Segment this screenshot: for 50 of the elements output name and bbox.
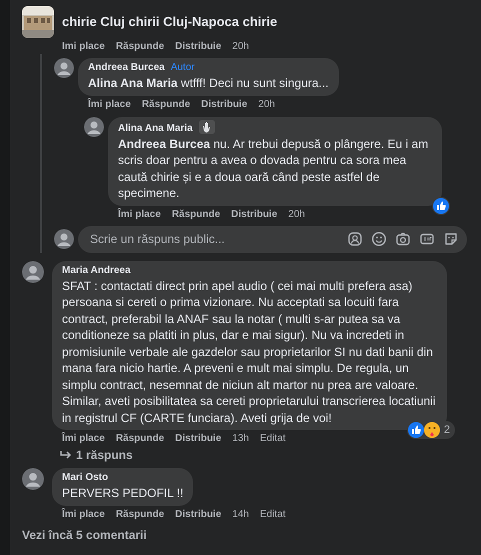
- reply-arrow-icon: [60, 450, 72, 460]
- author-label: Autor: [170, 62, 195, 73]
- sticker-icon[interactable]: [443, 231, 459, 247]
- timestamp[interactable]: 20h: [288, 208, 305, 222]
- like-link[interactable]: Îmi place: [62, 432, 105, 446]
- comment-text: SFAT : contactati direct prin apel audio ( cei mai multi prefera asa) persoana si cereti o prima vizionare. Nu acceptati sa locuiti fara contract, preferabil la ANAF sau la notar ( multi s-ar putea sa va conditioneze sa platiti in plus, dar e mai sigur). Nu va incredeti in promisiunile verbale ale gazdelor sau proprietarilor SI nu dati banii din mana fara nicio hartie. A preveni e mult mai simplu. De regula, un simplu contract, nesemnat de niciun alt martor nu prea are valoare. Similar, aveti posibilitatea sa cereti proprietarului transcrierea locatiunii in registrul CF (CARTE funciara). Aveti grija de voi!: [62, 278, 437, 426]
- reply-input[interactable]: Scrie un răspuns public...: [88, 229, 347, 249]
- avatar-icon[interactable]: [54, 229, 74, 249]
- timestamp[interactable]: 20h: [258, 98, 275, 112]
- group-name[interactable]: chirie Cluj chirii Cluj-Napoca chirie: [62, 12, 278, 32]
- camera-icon[interactable]: [395, 231, 411, 247]
- avatar-icon[interactable]: [54, 58, 74, 78]
- reply-link[interactable]: Răspunde: [116, 40, 164, 54]
- share-link[interactable]: Distribuie: [175, 40, 222, 54]
- edited-label: Editat: [260, 508, 286, 522]
- like-link[interactable]: Imi place: [62, 40, 105, 54]
- author-name[interactable]: Alina Ana Maria: [118, 122, 193, 134]
- timestamp[interactable]: 13h: [232, 432, 249, 446]
- avatar-icon[interactable]: [22, 260, 44, 282]
- reply-link[interactable]: Răspunde: [116, 508, 164, 522]
- avatar-icon[interactable]: [22, 468, 44, 490]
- comment-text: Andreea Burcea nu. Ar trebui depusă o plângere. Eu i am scris doar pentru a avea o dovada pentru ca sora mea caută chirie și e a doua oară când peste astfel de specimene.: [118, 136, 430, 202]
- more-comments-link[interactable]: Vezi încă 5 comentarii: [22, 526, 147, 544]
- comment-text: PERVERS PEDOFIL !!: [62, 485, 184, 502]
- reply-link[interactable]: Răspunde: [116, 432, 164, 446]
- like-reaction-icon[interactable]: [408, 422, 424, 438]
- like-link[interactable]: Îmi place: [88, 98, 131, 112]
- author-name[interactable]: Maria Andreea: [62, 264, 131, 276]
- reply-link[interactable]: Răspunde: [172, 208, 220, 222]
- like-reaction-icon[interactable]: [433, 198, 449, 214]
- like-link[interactable]: Îmi place: [118, 208, 161, 222]
- avatar-icon[interactable]: [84, 116, 104, 136]
- like-link[interactable]: Îmi place: [62, 508, 105, 522]
- share-link[interactable]: Distribuie: [231, 208, 278, 222]
- author-name[interactable]: Andreea Burcea: [88, 62, 165, 73]
- emoji-icon[interactable]: [371, 231, 387, 247]
- reply-link[interactable]: Răspunde: [142, 98, 190, 112]
- share-link[interactable]: Distribuie: [201, 98, 248, 112]
- comment-text: Alina Ana Maria wtfff! Deci nu sunt singura...: [88, 75, 329, 92]
- replies-link[interactable]: 1 răspuns: [60, 446, 133, 464]
- reply-field[interactable]: Scrie un răspuns public...: [78, 226, 467, 252]
- timestamp[interactable]: 20h: [232, 40, 249, 54]
- share-link[interactable]: Distribuie: [175, 432, 222, 446]
- share-link[interactable]: Distribuie: [175, 508, 222, 522]
- edited-label: Editat: [260, 432, 286, 446]
- care-reaction-icon[interactable]: [424, 422, 440, 438]
- sticker-avatar-icon[interactable]: [347, 231, 363, 247]
- gif-icon[interactable]: [419, 231, 435, 247]
- author-name[interactable]: Mari Osto: [62, 472, 108, 483]
- timestamp[interactable]: 14h: [232, 508, 249, 522]
